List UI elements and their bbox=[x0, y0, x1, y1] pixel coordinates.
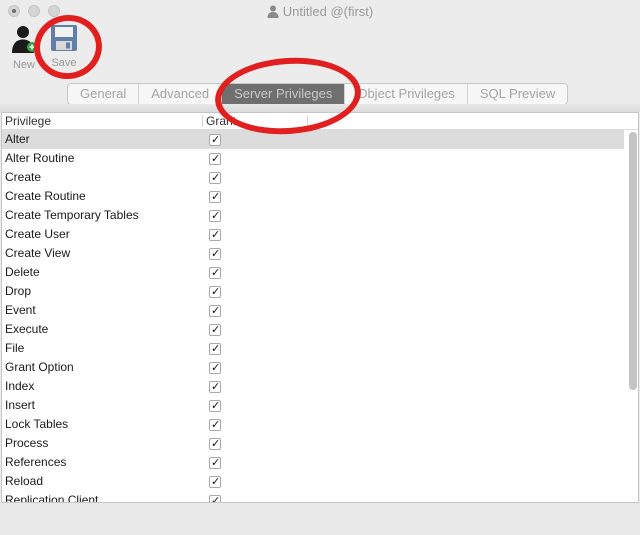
table-body: Alter Alter Routine Create Create Routin… bbox=[2, 130, 624, 503]
grant-checkbox[interactable] bbox=[209, 359, 221, 377]
table-row[interactable]: Alter bbox=[2, 130, 624, 149]
grant-checkbox[interactable] bbox=[209, 207, 221, 225]
grant-checkbox[interactable] bbox=[209, 169, 221, 187]
table-header: Privilege Grant bbox=[2, 113, 638, 130]
table-row[interactable]: Execute bbox=[2, 320, 624, 339]
floppy-disk-icon bbox=[51, 25, 77, 51]
table-row[interactable]: Drop bbox=[2, 282, 624, 301]
table-row[interactable]: Event bbox=[2, 301, 624, 320]
grant-checkbox[interactable] bbox=[209, 302, 221, 320]
tab-general[interactable]: General bbox=[68, 84, 140, 104]
table-row[interactable]: Lock Tables bbox=[2, 415, 624, 434]
table-row[interactable]: References bbox=[2, 453, 624, 472]
table-row[interactable]: Create Routine bbox=[2, 187, 624, 206]
grant-checkbox[interactable] bbox=[209, 492, 221, 502]
grant-checkbox[interactable] bbox=[209, 416, 221, 434]
privilege-name: Delete bbox=[5, 265, 40, 279]
new-button[interactable]: New bbox=[7, 24, 41, 71]
table-row[interactable]: Create bbox=[2, 168, 624, 187]
privilege-name: Alter bbox=[5, 132, 30, 146]
grant-checkbox[interactable] bbox=[209, 454, 221, 472]
grant-checkbox[interactable] bbox=[209, 321, 221, 339]
privilege-name: File bbox=[5, 341, 25, 355]
privilege-name: Alter Routine bbox=[5, 151, 75, 165]
grant-checkbox[interactable] bbox=[209, 473, 221, 491]
privilege-name: Process bbox=[5, 436, 49, 450]
privilege-name: Drop bbox=[5, 284, 32, 298]
title-bar: Untitled @(first) bbox=[0, 0, 640, 22]
privilege-name: Event bbox=[5, 303, 36, 317]
table-row[interactable]: Replication Client bbox=[2, 491, 624, 503]
tab-band bbox=[0, 104, 640, 112]
privilege-name: Index bbox=[5, 379, 35, 393]
privilege-name: Create Routine bbox=[5, 189, 86, 203]
tab-object-privileges[interactable]: Object Privileges bbox=[345, 84, 468, 104]
tab-advanced[interactable]: Advanced bbox=[139, 84, 223, 104]
table-row[interactable]: Reload bbox=[2, 472, 624, 491]
grant-checkbox[interactable] bbox=[209, 340, 221, 358]
privilege-name: Execute bbox=[5, 322, 49, 336]
column-divider[interactable] bbox=[307, 115, 308, 127]
privilege-name: Create View bbox=[5, 246, 71, 260]
window-title: Untitled @(first) bbox=[282, 4, 374, 19]
save-button[interactable]: Save bbox=[47, 24, 81, 69]
table-row[interactable]: Index bbox=[2, 377, 624, 396]
column-header-grant[interactable]: Grant bbox=[206, 114, 236, 128]
privilege-name: Insert bbox=[5, 398, 36, 412]
grant-checkbox[interactable] bbox=[209, 283, 221, 301]
privilege-name: Grant Option bbox=[5, 360, 74, 374]
table-row[interactable]: Alter Routine bbox=[2, 149, 624, 168]
grant-checkbox[interactable] bbox=[209, 245, 221, 263]
table-row[interactable]: Create Temporary Tables bbox=[2, 206, 624, 225]
column-divider[interactable] bbox=[202, 115, 203, 127]
scrollbar-thumb[interactable] bbox=[629, 132, 637, 390]
privilege-name: Create bbox=[5, 170, 42, 184]
privilege-name: Reload bbox=[5, 474, 44, 488]
column-header-privilege[interactable]: Privilege bbox=[5, 114, 51, 128]
grant-checkbox[interactable] bbox=[209, 188, 221, 206]
privilege-name: Lock Tables bbox=[5, 417, 69, 431]
table-row[interactable]: Create User bbox=[2, 225, 624, 244]
grant-checkbox[interactable] bbox=[209, 378, 221, 396]
grant-checkbox[interactable] bbox=[209, 226, 221, 244]
tab-server-privileges[interactable]: Server Privileges bbox=[222, 84, 346, 104]
new-user-icon bbox=[12, 26, 37, 53]
save-button-label: Save bbox=[51, 57, 77, 69]
tab-sql-preview[interactable]: SQL Preview bbox=[468, 84, 567, 104]
vertical-scrollbar[interactable] bbox=[628, 130, 638, 502]
privilege-name: References bbox=[5, 455, 67, 469]
table-row[interactable]: Insert bbox=[2, 396, 624, 415]
user-icon bbox=[267, 5, 279, 18]
table-row[interactable]: File bbox=[2, 339, 624, 358]
grant-checkbox[interactable] bbox=[209, 397, 221, 415]
toolbar: New Save bbox=[0, 22, 640, 74]
grant-checkbox[interactable] bbox=[209, 131, 221, 149]
privileges-table: Privilege Grant Alter Alter Routine Crea… bbox=[1, 112, 639, 503]
grant-checkbox[interactable] bbox=[209, 435, 221, 453]
new-button-label: New bbox=[12, 59, 35, 71]
table-row[interactable]: Create View bbox=[2, 244, 624, 263]
table-row[interactable]: Delete bbox=[2, 263, 624, 282]
tab-bar: General Advanced Server Privileges Objec… bbox=[67, 83, 569, 105]
privilege-name: Create User bbox=[5, 227, 70, 241]
privilege-name: Create Temporary Tables bbox=[5, 208, 139, 222]
privilege-name: Replication Client bbox=[5, 493, 99, 503]
window-title-container: Untitled @(first) bbox=[0, 4, 640, 19]
table-row[interactable]: Grant Option bbox=[2, 358, 624, 377]
status-bar bbox=[0, 503, 640, 535]
grant-checkbox[interactable] bbox=[209, 264, 221, 282]
table-row[interactable]: Process bbox=[2, 434, 624, 453]
grant-checkbox[interactable] bbox=[209, 150, 221, 168]
